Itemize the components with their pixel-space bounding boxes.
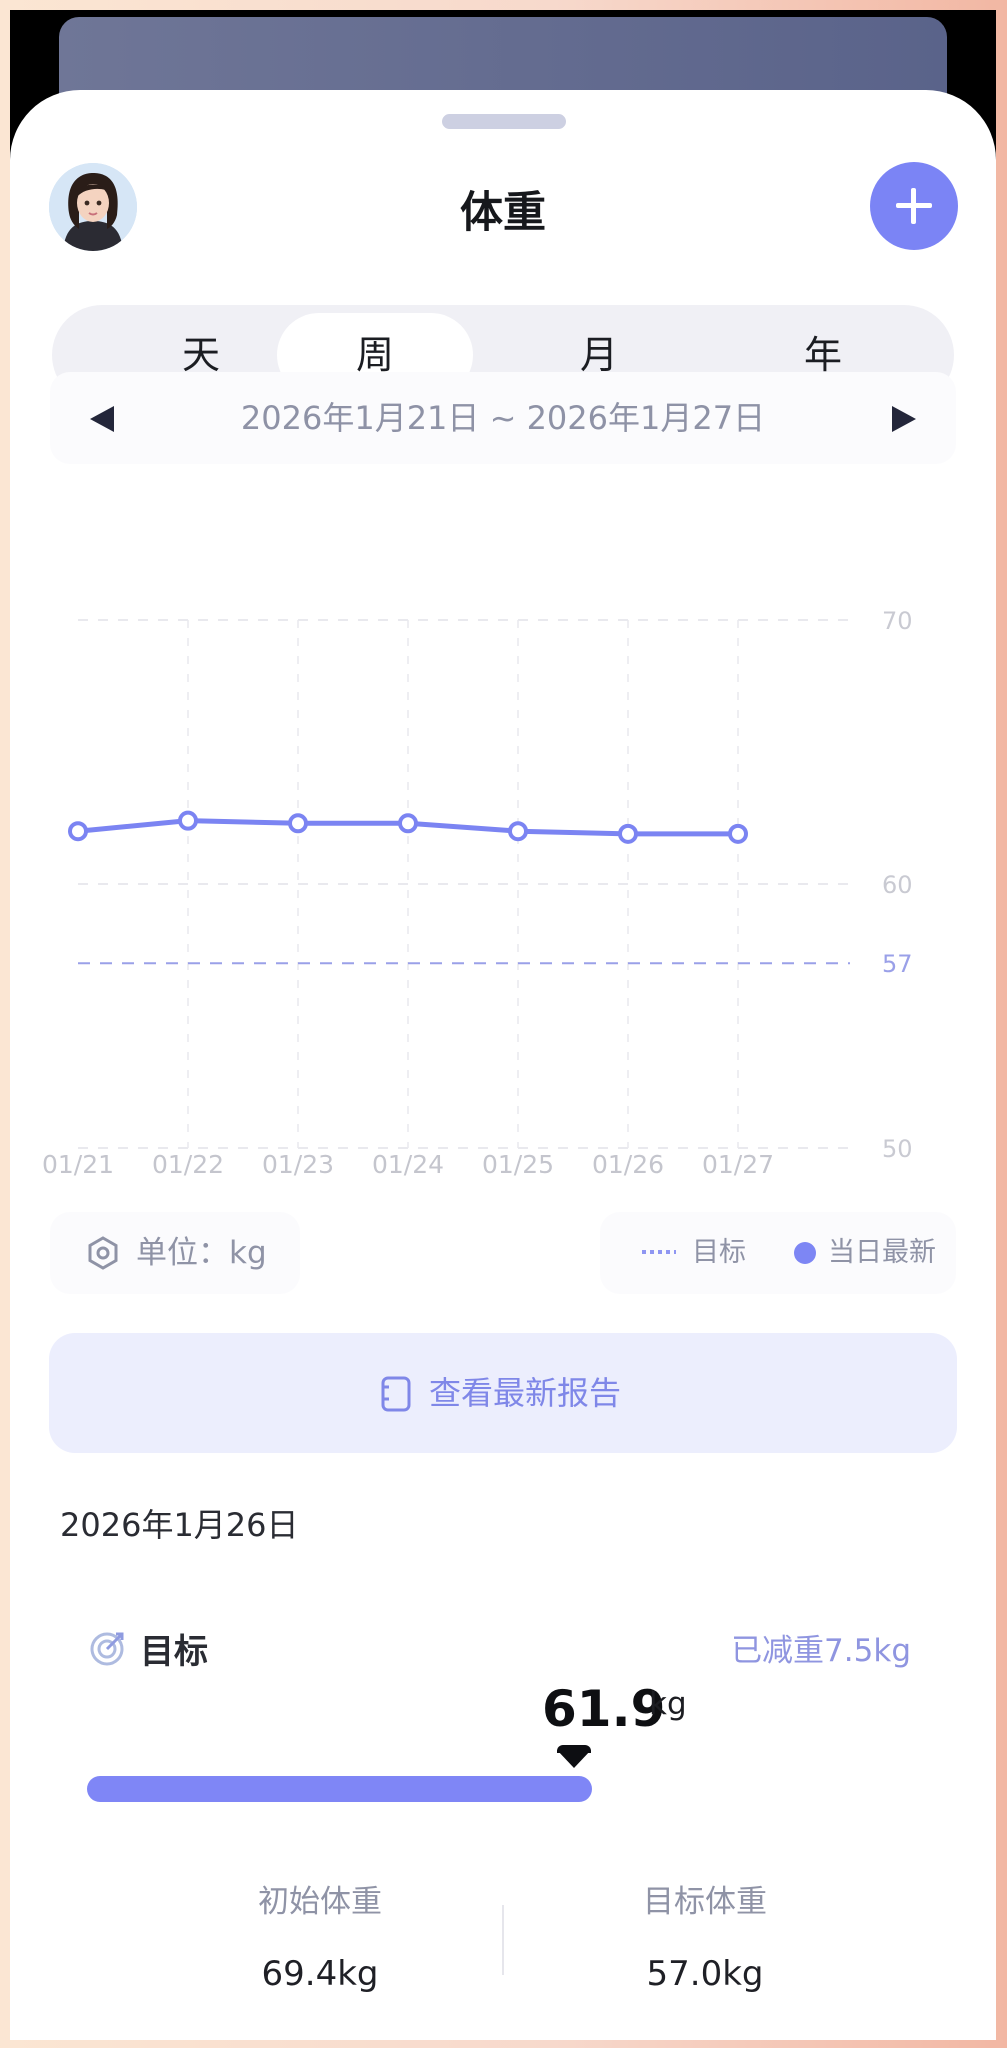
weight-data-point: [728, 823, 748, 844]
x-tick-label: 01/24: [372, 1150, 444, 1179]
current-weight-value: 61.9: [542, 1680, 666, 1738]
target-weight-value: 57.0kg: [646, 1954, 764, 1994]
progress-marker-icon: [557, 1750, 591, 1768]
weight-data-point: [618, 823, 638, 844]
x-tick-label: 01/25: [482, 1150, 554, 1179]
target-weight-stat: 目标体重 57.0kg: [555, 1880, 855, 2002]
report-icon: [381, 1376, 411, 1412]
chart-legend: 目标 当日最新: [600, 1212, 956, 1294]
weight-data-point: [288, 813, 308, 834]
x-tick-label: 01/21: [42, 1150, 114, 1179]
y-tick-label: 60: [882, 871, 913, 899]
weight-lost-text: 已减重7.5kg: [731, 1633, 911, 1669]
weight-data-point: [508, 821, 528, 842]
view-report-label: 查看最新报告: [429, 1374, 622, 1412]
latest-dot-icon: [794, 1242, 816, 1264]
weight-chart: 70 60 57 50 01/21 01/22 01/23 01/24 01/25 01/26 01…: [42, 607, 913, 1179]
initial-weight-label: 初始体重: [258, 1884, 382, 1920]
selected-date: 2026年1月26日: [60, 1506, 299, 1544]
stats-divider: [502, 1905, 504, 1975]
weight-data-point: [178, 810, 198, 831]
x-tick-label: 01/27: [702, 1150, 774, 1179]
legend-latest-label: 当日最新: [828, 1237, 936, 1268]
goal-progress-bar: [87, 1776, 921, 1802]
x-tick-label: 01/26: [592, 1150, 664, 1179]
y-tick-label: 70: [882, 607, 913, 635]
goal-progress-fill: [87, 1776, 592, 1802]
hexagon-icon: [88, 1236, 118, 1270]
x-tick-label: 01/23: [262, 1150, 334, 1179]
unit-label: 单位：kg: [136, 1235, 267, 1271]
goal-label: 目标: [140, 1632, 208, 1672]
view-report-button[interactable]: 查看最新报告: [49, 1333, 957, 1453]
initial-weight-stat: 初始体重 69.4kg: [170, 1880, 470, 2002]
legend-target-label: 目标: [692, 1237, 746, 1268]
target-weight-label: 目标体重: [643, 1884, 767, 1920]
phone-screen: 体重 天 周 月 年 2026年1月21日 ~ 2026年1月27日 70 60 5…: [10, 10, 996, 2040]
weight-data-point: [68, 821, 88, 842]
target-dash-icon: [642, 1250, 676, 1254]
y-tick-label: 50: [882, 1135, 913, 1163]
weight-data-point: [398, 813, 418, 834]
unit-indicator: 单位：kg: [50, 1212, 300, 1294]
current-weight-unit: kg: [649, 1686, 687, 1722]
x-tick-label: 01/22: [152, 1150, 224, 1179]
y-tick-label: 57: [882, 950, 913, 978]
initial-weight-value: 69.4kg: [261, 1954, 379, 1994]
target-icon: [90, 1632, 124, 1666]
